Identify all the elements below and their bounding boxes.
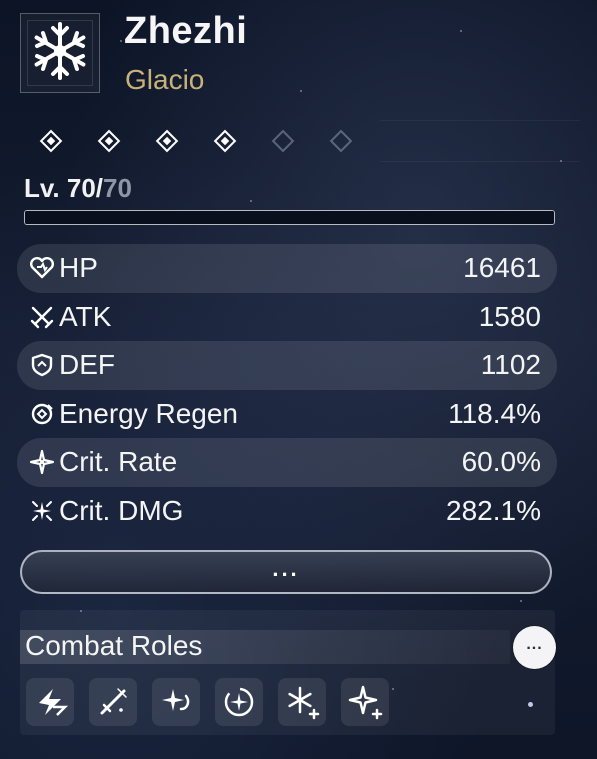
stat-row-hp[interactable]: HP 16461 [17,244,557,293]
level-separator: / [95,173,104,203]
stat-row-crit-rate[interactable]: Crit. Rate 60.0% [17,438,557,487]
level-prefix: Lv. [24,173,67,203]
crit-rate-icon [27,447,57,477]
combat-roles-more-label: ... [526,635,543,653]
stat-value: 1102 [480,349,541,381]
sequence-node-4[interactable] [212,128,238,154]
heart-icon [27,253,57,283]
sequence-nodes [38,128,354,154]
stat-row-def[interactable]: DEF 1102 [17,341,557,390]
snowflake-icon [29,20,91,87]
level-current: 70 [66,173,96,203]
stat-label: ATK [59,300,112,332]
more-stats-label: ... [272,556,300,581]
combat-roles-title: Combat Roles [25,630,203,661]
stat-value: 16461 [463,252,541,284]
stat-row-atk[interactable]: ATK 1580 [17,293,557,342]
stats-list: HP 16461 ATK 1580 DEF 1102 Energy Regen … [17,244,557,535]
sequence-node-5[interactable] [270,128,296,154]
element-label: Glacio [125,64,205,95]
element-emblem [20,13,100,93]
level-progress-bar [24,210,555,225]
crit-dmg-icon [27,496,57,526]
stat-label: HP [59,252,98,284]
stat-value: 1580 [478,300,541,332]
combat-roles-list [26,678,389,726]
sparkle-swirl-role-icon[interactable] [152,678,200,726]
stat-value: 118.4% [448,397,541,429]
sword-role-icon[interactable] [89,678,137,726]
level-progress-fill [25,211,554,224]
bolt-role-icon[interactable] [26,678,74,726]
sequence-decoration [380,120,580,162]
stat-row-crit-dmg[interactable]: Crit. DMG 282.1% [17,487,557,536]
energy-regen-icon [27,399,57,429]
stat-row-energy-regen[interactable]: Energy Regen 118.4% [17,390,557,439]
more-stats-button[interactable]: ... [20,550,552,594]
shield-icon [27,350,57,380]
stat-label: Crit. DMG [59,494,184,526]
sparkle-plus-role-icon[interactable] [341,678,389,726]
combat-roles-more-button[interactable]: ... [513,626,556,669]
sequence-node-3[interactable] [154,128,180,154]
sequence-node-2[interactable] [96,128,122,154]
stat-value: 282.1% [446,494,541,526]
stat-label: DEF [59,349,115,381]
snowflake-plus-role-icon[interactable] [278,678,326,726]
character-name: Zhezhi [124,10,248,52]
star-circle-role-icon[interactable] [215,678,263,726]
level-display: Lv. 70/70 [24,173,132,204]
stat-label: Energy Regen [59,397,239,429]
level-max: 70 [103,173,132,203]
sequence-node-1[interactable] [38,128,64,154]
stat-value: 60.0% [461,446,541,478]
swords-icon [27,302,57,332]
sequence-node-6[interactable] [328,128,354,154]
stat-label: Crit. Rate [59,446,178,478]
